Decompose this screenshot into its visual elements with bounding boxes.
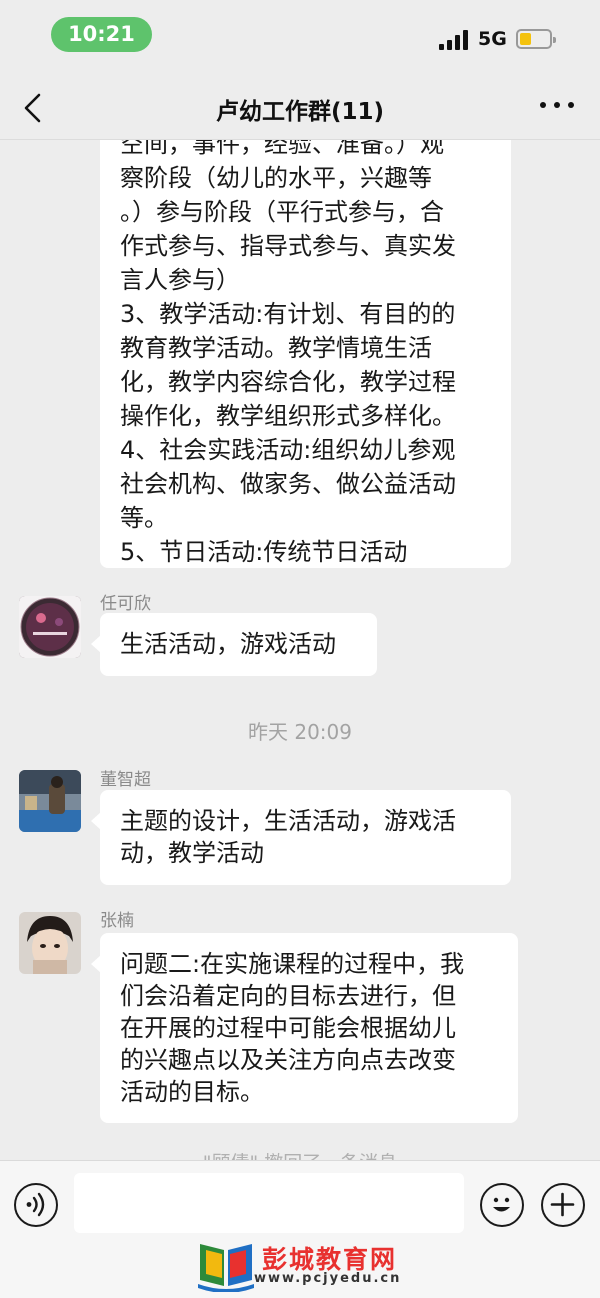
avatar-image [19, 770, 81, 832]
sender-name: 任可欣 [100, 594, 151, 614]
message-line: 5、节日活动:传统节日活动 [120, 538, 408, 566]
message-line: 动，教学活动 [120, 839, 264, 867]
message-line: 。）参与阶段（平行式参与，合 [120, 198, 444, 226]
message-line: 主题的设计，生活活动，游戏活 [120, 807, 456, 835]
more-button[interactable] [540, 102, 574, 112]
status-bar: 10:21 5G [0, 0, 600, 74]
message-line: 作式参与、指导式参与、真实发 [120, 232, 456, 260]
emoji-button[interactable] [480, 1183, 524, 1227]
sender-name: 董智超 [100, 770, 151, 790]
message-bubble-long: 空间，事件，经验、准备。）观 察阶段（幼儿的水平，兴趣等 。）参与阶段（平行式参… [100, 140, 511, 568]
message-line: 空间，事件，经验、准备。）观 [120, 140, 444, 158]
message-line: 问题二:在实施课程的过程中，我 [120, 950, 465, 978]
chat-title: 卢幼工作群(11) [215, 99, 385, 125]
avatar[interactable] [19, 596, 81, 658]
sender-name: 张楠 [100, 911, 134, 931]
message-line: 4、社会实践活动:组织幼儿参观 [120, 436, 456, 464]
status-time: 10:21 [51, 17, 152, 52]
message-input[interactable] [74, 1173, 464, 1233]
message-line: 活动的目标。 [120, 1078, 264, 1106]
battery-icon [516, 29, 556, 49]
message-line: 言人参与） [120, 266, 240, 294]
message-line: 察阶段（幼儿的水平，兴趣等 [120, 164, 432, 192]
message-line: 们会沿着定向的目标去进行，但 [120, 982, 456, 1010]
recall-notice: "顾倩" 撤回了一条消息 [0, 1148, 600, 1160]
avatar-image [19, 596, 81, 658]
message-line: 社会机构、做家务、做公益活动 [120, 470, 456, 498]
message-line: 生活活动，游戏活动 [120, 630, 336, 658]
message-line: 的兴趣点以及关注方向点去改变 [120, 1046, 456, 1074]
message-line: 在开展的过程中可能会根据幼儿 [120, 1014, 456, 1042]
watermark: 彭城教育网 www.pcjyedu.cn [196, 1238, 416, 1294]
message-bubble: 主题的设计，生活活动，游戏活 动，教学活动 [91, 790, 511, 885]
message-line: 等。 [120, 504, 168, 532]
avatar[interactable] [19, 912, 81, 974]
watermark-url: www.pcjyedu.cn [254, 1271, 402, 1286]
voice-icon [26, 1192, 45, 1217]
avatar-image [19, 912, 81, 974]
book-logo-icon [198, 1244, 254, 1292]
timestamp: 昨天 20:09 [248, 720, 352, 744]
message-line: 3、教学活动:有计划、有目的的 [120, 300, 456, 328]
nav-bar: 卢幼工作群(11) [0, 74, 600, 140]
emoji-icon [493, 1197, 510, 1212]
plus-icon [550, 1192, 575, 1217]
chat-area[interactable]: 空间，事件，经验、准备。）观 察阶段（幼儿的水平，兴趣等 。）参与阶段（平行式参… [0, 140, 600, 1160]
voice-button[interactable] [14, 1183, 58, 1227]
message-line: 化，教学内容综合化，教学过程 [120, 368, 456, 396]
network-label: 5G [478, 28, 507, 50]
message-line: 操作化，教学组织形式多样化。 [120, 402, 456, 430]
message-line: 教育教学活动。教学情境生活 [120, 334, 432, 362]
more-functions-button[interactable] [541, 1183, 585, 1227]
avatar[interactable] [19, 770, 81, 832]
message-bubble: 问题二:在实施课程的过程中，我 们会沿着定向的目标去进行，但 在开展的过程中可能… [91, 933, 518, 1123]
message-bubble: 生活活动，游戏活动 [91, 613, 377, 676]
signal-icon [439, 30, 469, 50]
